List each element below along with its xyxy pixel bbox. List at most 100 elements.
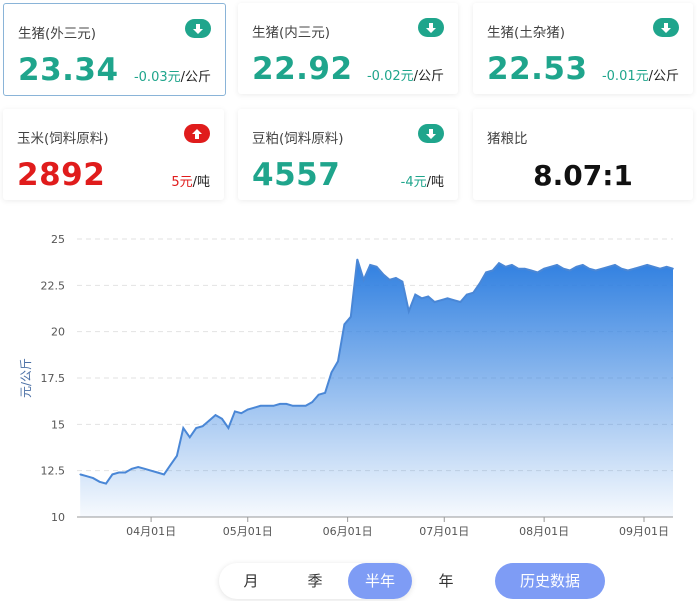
data-point xyxy=(343,323,346,326)
data-point xyxy=(221,418,223,420)
data-point xyxy=(111,473,114,476)
data-point xyxy=(607,266,610,268)
data-point xyxy=(491,269,494,272)
card-title: 生猪(土杂猪) xyxy=(487,25,566,41)
y-tick-label: 20 xyxy=(51,326,65,339)
card-pig-local[interactable]: 生猪(土杂猪) 22.53 -0.01元/公斤 xyxy=(473,3,693,94)
data-point xyxy=(234,410,236,413)
area-chart: 10 12.5 15 17.5 20 22.5 25 04月01日 05月01日 06月01日 07… xyxy=(19,233,674,538)
data-point xyxy=(150,469,152,472)
card-corn[interactable]: 玉米(饲料原料) 2892 5元/吨 xyxy=(3,109,224,200)
data-point xyxy=(272,405,275,407)
data-point xyxy=(124,471,127,474)
data-point xyxy=(549,266,552,268)
data-point xyxy=(195,427,197,429)
data-point xyxy=(620,267,623,270)
data-point xyxy=(543,267,545,270)
arrow-up-icon xyxy=(184,124,210,143)
card-change: -0.02元/公斤 xyxy=(366,69,444,84)
data-point xyxy=(176,455,178,457)
data-point xyxy=(466,293,468,296)
data-point xyxy=(440,299,442,301)
y-tick-label: 17.5 xyxy=(41,372,66,385)
arrow-down-icon xyxy=(653,18,679,37)
card-pig-inner[interactable]: 生猪(内三元) 22.92 -0.02元/公斤 xyxy=(238,3,458,94)
data-point xyxy=(201,425,204,427)
period-switch: 月 季 半年 年 xyxy=(219,563,412,599)
data-point xyxy=(304,405,307,407)
data-point xyxy=(369,264,372,266)
data-point xyxy=(601,267,603,270)
y-tick-label: 12.5 xyxy=(41,465,66,478)
data-point xyxy=(382,273,384,275)
data-point xyxy=(582,264,584,266)
data-point xyxy=(317,393,320,396)
data-point xyxy=(640,266,642,268)
data-point xyxy=(143,468,146,470)
data-point xyxy=(588,267,590,270)
data-point xyxy=(633,267,636,270)
data-point xyxy=(79,473,81,476)
x-tick-label: 07月01日 xyxy=(419,525,469,538)
data-point xyxy=(524,267,526,270)
data-point xyxy=(362,279,365,281)
data-point xyxy=(388,279,391,281)
y-tick-label: 10 xyxy=(51,511,65,524)
data-point xyxy=(453,299,455,301)
data-point xyxy=(85,475,88,477)
y-tick-label: 22.5 xyxy=(41,279,66,292)
x-tick-label: 09月01日 xyxy=(619,525,669,538)
tab-year-label[interactable]: 年 xyxy=(414,563,478,599)
data-point xyxy=(530,269,532,272)
data-point xyxy=(163,473,165,476)
data-point xyxy=(259,405,262,407)
data-point xyxy=(137,466,139,468)
data-point xyxy=(427,295,430,298)
card-value: 23.34 xyxy=(18,52,119,88)
price-chart: 10 12.5 15 17.5 20 22.5 25 04月01日 05月01日 06月01日 07… xyxy=(0,222,697,542)
data-point xyxy=(498,262,500,264)
card-title: 玉米(饲料原料) xyxy=(17,131,109,147)
y-tick-label: 25 xyxy=(51,233,65,246)
data-point xyxy=(337,360,339,363)
price-cards: 生猪(外三元) 23.34 -0.03元/公斤 生猪(内三元) 22.92 -0… xyxy=(0,0,697,210)
x-tick-label: 04月01日 xyxy=(126,525,176,538)
data-point xyxy=(504,266,507,268)
data-point xyxy=(240,412,243,414)
data-point xyxy=(227,427,230,429)
data-point xyxy=(395,277,397,279)
data-point xyxy=(214,414,217,416)
data-point xyxy=(408,310,410,313)
data-point xyxy=(614,264,616,266)
tab-season[interactable]: 季 xyxy=(283,563,347,599)
data-point xyxy=(672,267,674,270)
area-fill xyxy=(80,259,673,517)
data-point xyxy=(208,419,210,422)
data-point xyxy=(420,297,423,300)
card-pig-grain-ratio[interactable]: 猪粮比 8.07:1 xyxy=(473,109,693,200)
data-point xyxy=(246,408,249,411)
arrow-down-icon xyxy=(185,19,211,38)
data-point xyxy=(485,271,487,274)
data-point xyxy=(569,269,571,272)
arrow-down-icon xyxy=(418,124,444,143)
history-data-button[interactable]: 历史数据 xyxy=(495,563,605,599)
y-axis-title: 元/公斤 xyxy=(19,358,33,398)
card-change: -0.03元/公斤 xyxy=(133,70,211,85)
card-soymeal[interactable]: 豆粕(饲料原料) 4557 -4元/吨 xyxy=(238,109,458,200)
data-point xyxy=(131,468,133,470)
card-value: 22.53 xyxy=(487,51,588,87)
data-point xyxy=(285,403,288,405)
data-point xyxy=(511,264,513,266)
card-title: 生猪(外三元) xyxy=(18,26,97,42)
card-value: 22.92 xyxy=(252,51,353,87)
data-point xyxy=(156,471,159,474)
card-pig-outer[interactable]: 生猪(外三元) 23.34 -0.03元/公斤 xyxy=(3,3,226,96)
y-tick-label: 15 xyxy=(51,418,65,431)
tab-month[interactable]: 月 xyxy=(219,563,283,599)
tab-half-year[interactable]: 半年 xyxy=(348,563,412,599)
data-point xyxy=(279,403,281,405)
data-point xyxy=(627,269,629,272)
data-point xyxy=(562,267,565,270)
data-point xyxy=(575,266,578,268)
